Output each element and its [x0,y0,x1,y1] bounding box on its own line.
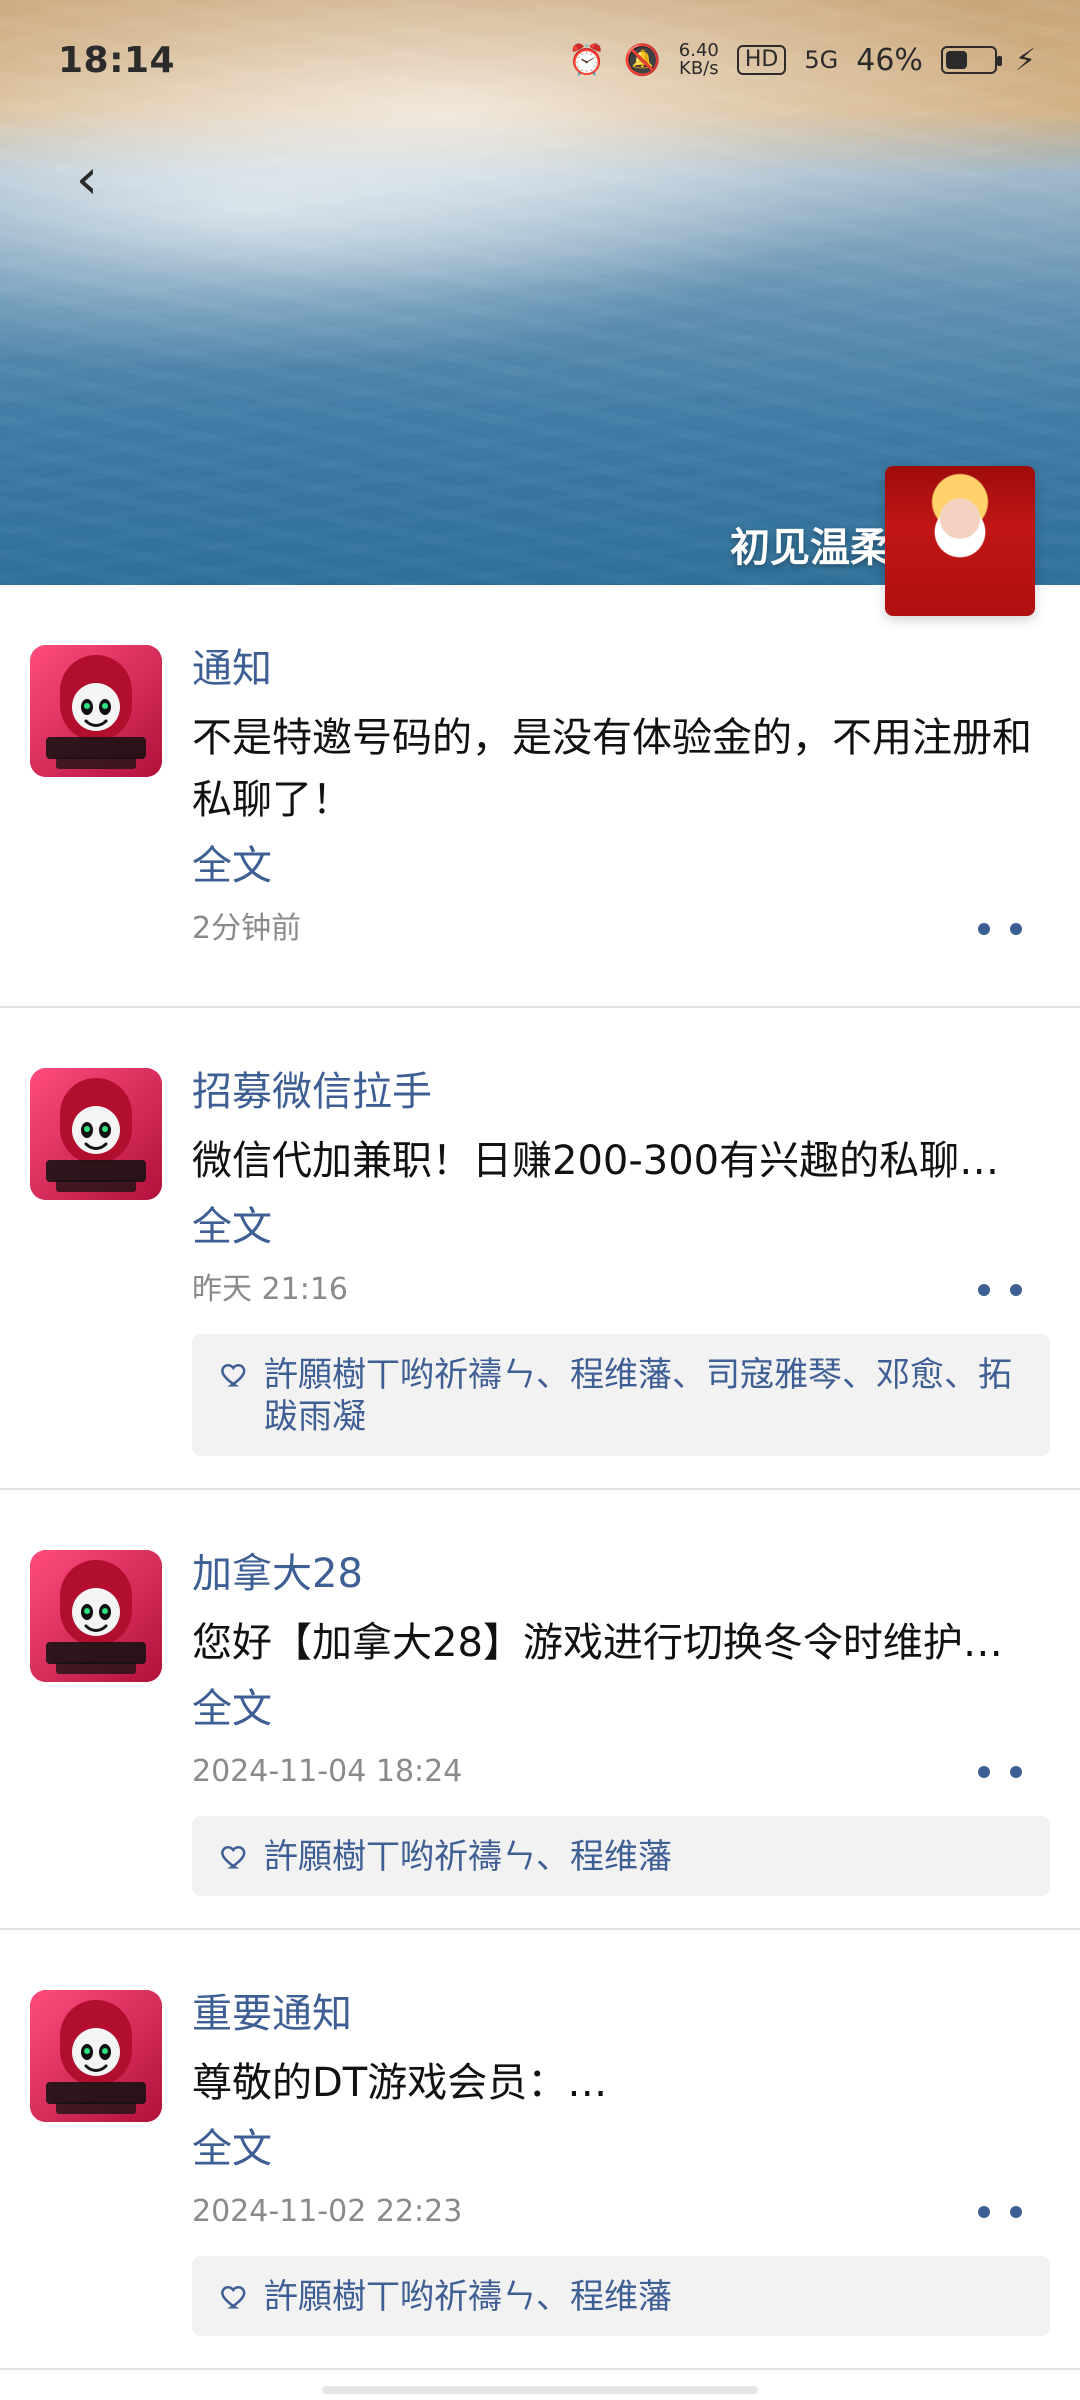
alarm-icon: ⏰ [568,42,606,78]
post-content: 不是特邀号码的，是没有体验金的，不用注册和私聊了！ [192,715,1032,823]
post-meta: 2024-11-04 18:24 [192,1746,1050,1798]
fulltext-link[interactable]: 全文 [192,837,272,895]
hd-icon: HD [736,45,787,75]
status-bar: 18:14 ⏰ 🔕 6.40 KB/s HD 5G 46% ⚡ [0,0,1080,120]
post-title: 重要通知 [192,1991,352,2037]
likes-box: 許願樹丅哟祈禱ㄣ、程维藩、司寇雅琴、邓愈、拓跋雨凝 [192,1334,1050,1456]
post-item: 加拿大28 您好【加拿大28】游戏进行切换冬令时维护… 全文 2024-11-0… [0,1490,1080,1930]
fulltext-link[interactable]: 全文 [192,2120,272,2178]
post-item: 通知 不是特邀号码的，是没有体验金的，不用注册和私聊了！ 全文 2分钟前 [0,585,1080,1008]
dt-gaming-logo-icon [30,1068,162,1200]
dt-gaming-logo-icon [30,1990,162,2122]
battery-percent: 46% [856,42,923,78]
post-title: 招募微信拉手 [192,1069,432,1115]
more-button[interactable] [978,1274,1022,1306]
status-icons: ⏰ 🔕 6.40 KB/s HD 5G 46% ⚡ [568,42,1036,78]
more-dot-icon [1010,1284,1022,1296]
back-button[interactable]: ‹ [62,150,112,210]
post-time: 2024-11-04 18:24 [192,1754,463,1789]
post-avatar[interactable] [30,1550,162,1682]
more-dot-icon [978,1766,990,1778]
post-avatar[interactable] [30,1068,162,1200]
post-time: 昨天 21:16 [192,1272,348,1307]
post-avatar[interactable] [30,645,162,777]
more-button[interactable] [978,913,1022,945]
post-time: 2分钟前 [192,911,302,946]
more-dot-icon [1010,923,1022,935]
mute-icon: 🔕 [623,42,661,78]
more-dot-icon [978,2206,990,2218]
more-dot-icon [978,923,990,935]
network-speed-unit: KB/s [679,58,719,79]
moments-feed: 通知 不是特邀号码的，是没有体验金的，不用注册和私聊了！ 全文 2分钟前 招募微… [0,585,1080,2370]
post-time: 2024-11-02 22:23 [192,2194,463,2229]
post-title: 通知 [192,646,272,692]
post-meta: 2分钟前 [192,903,1050,955]
more-button[interactable] [978,2196,1022,2228]
status-time: 18:14 [58,39,176,81]
fulltext-link[interactable]: 全文 [192,1198,272,1256]
dt-gaming-logo-icon [30,645,162,777]
post-content: 尊敬的DT游戏会员：… [192,2060,608,2106]
likes-names: 許願樹丅哟祈禱ㄣ、程维藩 [264,2277,672,2317]
post-content: 您好【加拿大28】游戏进行切换冬令时维护… [192,1620,1003,1666]
fulltext-link[interactable]: 全文 [192,1680,272,1738]
heart-icon [220,1354,250,1438]
likes-box: 許願樹丅哟祈禱ㄣ、程维藩 [192,2256,1050,2336]
likes-names: 許願樹丅哟祈禱ㄣ、程维藩、司寇雅琴、邓愈、拓跋雨凝 [264,1355,1012,1437]
post-meta: 昨天 21:16 [192,1264,1050,1316]
battery-icon [940,46,1002,74]
post-meta: 2024-11-02 22:23 [192,2186,1050,2238]
network-speed: 6.40 KB/s [679,42,719,78]
heart-icon [220,2276,250,2318]
dt-gaming-logo-icon [30,1550,162,1682]
post-item: 招募微信拉手 微信代加兼职！日赚200-300有兴趣的私聊… 全文 昨天 21:… [0,1008,1080,1490]
chevron-left-icon: ‹ [75,147,99,212]
5g-signal-icon: 5G [804,46,839,74]
home-indicator[interactable] [322,2386,758,2394]
more-button[interactable] [978,1756,1022,1788]
more-dot-icon [978,1284,990,1296]
likes-names: 許願樹丅哟祈禱ㄣ、程维藩 [264,1837,672,1877]
heart-icon [220,1836,250,1878]
post-content: 微信代加兼职！日赚200-300有兴趣的私聊… [192,1138,1000,1184]
likes-box: 許願樹丅哟祈禱ㄣ、程维藩 [192,1816,1050,1896]
post-item: 重要通知 尊敬的DT游戏会员：… 全文 2024-11-02 22:23 許願樹… [0,1930,1080,2370]
charging-icon: ⚡ [1014,42,1036,78]
battery-level [945,51,968,69]
post-avatar[interactable] [30,1990,162,2122]
profile-name: 初见温柔 [730,525,890,571]
post-title: 加拿大28 [192,1551,363,1597]
more-dot-icon [1010,2206,1022,2218]
more-dot-icon [1010,1766,1022,1778]
